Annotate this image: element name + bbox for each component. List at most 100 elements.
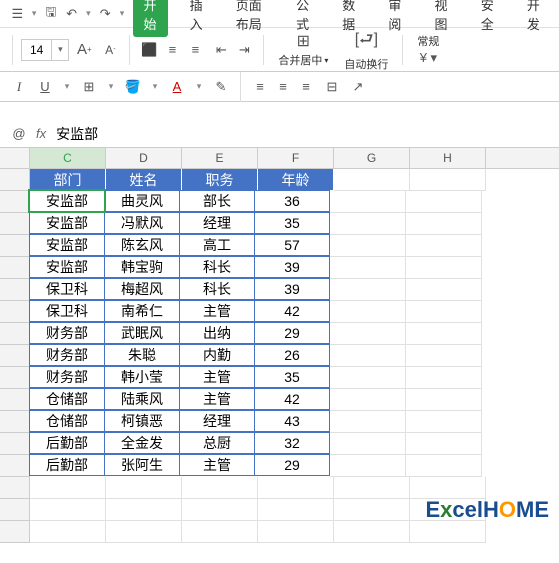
row-header[interactable] <box>0 499 30 521</box>
table-cell[interactable]: 财务部 <box>29 344 105 366</box>
empty-cell[interactable] <box>182 477 258 499</box>
empty-cell[interactable] <box>406 235 482 257</box>
table-cell[interactable]: 财务部 <box>29 366 105 388</box>
empty-cell[interactable] <box>30 477 106 499</box>
row-header[interactable] <box>0 213 30 235</box>
table-cell[interactable]: 安监部 <box>29 190 105 212</box>
empty-cell[interactable] <box>334 521 410 543</box>
row-header[interactable] <box>0 301 30 323</box>
table-cell[interactable]: 张阿生 <box>104 454 180 476</box>
empty-cell[interactable] <box>330 257 406 279</box>
table-cell[interactable]: 韩小莹 <box>104 366 180 388</box>
table-cell[interactable]: 武眠风 <box>104 322 180 344</box>
decrease-indent-icon[interactable]: ⇤ <box>210 39 232 61</box>
table-cell[interactable]: 仓储部 <box>29 410 105 432</box>
table-cell[interactable]: 陈玄风 <box>104 234 180 256</box>
table-cell[interactable]: 部长 <box>179 190 255 212</box>
table-cell[interactable]: 主管 <box>179 454 255 476</box>
empty-cell[interactable] <box>406 257 482 279</box>
table-header-cell[interactable]: 职务 <box>182 169 258 191</box>
empty-cell[interactable] <box>406 301 482 323</box>
empty-cell[interactable] <box>258 499 334 521</box>
row-header[interactable] <box>0 477 30 499</box>
table-cell[interactable]: 43 <box>254 410 330 432</box>
table-cell[interactable]: 柯镇恶 <box>104 410 180 432</box>
table-cell[interactable]: 主管 <box>179 388 255 410</box>
save-icon[interactable]: 🖫 <box>42 3 61 25</box>
empty-cell[interactable] <box>182 499 258 521</box>
empty-cell[interactable] <box>406 279 482 301</box>
table-cell[interactable]: 仓储部 <box>29 388 105 410</box>
empty-cell[interactable] <box>410 499 486 521</box>
table-cell[interactable]: 全金发 <box>104 432 180 454</box>
empty-cell[interactable] <box>330 389 406 411</box>
select-all-corner[interactable] <box>0 148 30 168</box>
table-cell[interactable]: 南希仁 <box>104 300 180 322</box>
table-cell[interactable]: 财务部 <box>29 322 105 344</box>
row-header[interactable] <box>0 411 30 433</box>
table-cell[interactable]: 35 <box>254 212 330 234</box>
dropdown-icon[interactable]: ▾ <box>192 81 206 92</box>
column-header-h[interactable]: H <box>410 148 486 168</box>
row-header[interactable] <box>0 345 30 367</box>
formula-input[interactable] <box>52 124 551 144</box>
table-cell[interactable]: 26 <box>254 344 330 366</box>
align-top-icon[interactable]: ⬛ <box>138 39 160 61</box>
table-cell[interactable]: 朱聪 <box>104 344 180 366</box>
table-cell[interactable]: 后勤部 <box>29 454 105 476</box>
row-header[interactable] <box>0 169 30 191</box>
empty-cell[interactable] <box>330 367 406 389</box>
format-painter-button[interactable]: ✎ <box>210 76 232 98</box>
empty-cell[interactable] <box>330 433 406 455</box>
empty-cell[interactable] <box>330 213 406 235</box>
empty-cell[interactable] <box>182 521 258 543</box>
column-header-g[interactable]: G <box>334 148 410 168</box>
align-middle-icon[interactable]: ≡ <box>161 39 183 61</box>
dropdown-icon[interactable]: ▾ <box>117 8 128 19</box>
merge-across-icon[interactable]: ⊟ <box>321 76 343 98</box>
merge-center-button[interactable]: ⊞ 合并居中▾ <box>272 31 334 68</box>
empty-cell[interactable] <box>330 323 406 345</box>
tab-insert[interactable]: 插入 <box>180 0 214 37</box>
empty-cell[interactable] <box>330 235 406 257</box>
empty-cell[interactable] <box>334 499 410 521</box>
empty-cell[interactable] <box>406 213 482 235</box>
increase-font-button[interactable]: A+ <box>73 39 95 61</box>
font-color-button[interactable]: A <box>166 76 188 98</box>
table-cell[interactable]: 57 <box>254 234 330 256</box>
table-cell[interactable]: 韩宝驹 <box>104 256 180 278</box>
row-header[interactable] <box>0 279 30 301</box>
table-cell[interactable]: 曲灵风 <box>104 190 180 212</box>
empty-cell[interactable] <box>406 367 482 389</box>
table-header-cell[interactable]: 姓名 <box>106 169 182 191</box>
tab-start[interactable]: 开始 <box>133 0 167 37</box>
table-cell[interactable]: 总厨 <box>179 432 255 454</box>
underline-button[interactable]: U <box>34 76 56 98</box>
dropdown-icon[interactable]: ▾ <box>60 81 74 92</box>
table-cell[interactable]: 安监部 <box>29 234 105 256</box>
empty-cell[interactable] <box>330 279 406 301</box>
empty-cell[interactable] <box>406 433 482 455</box>
row-header[interactable] <box>0 521 30 543</box>
table-cell[interactable]: 科长 <box>179 256 255 278</box>
tab-security[interactable]: 安全 <box>471 0 505 37</box>
empty-cell[interactable] <box>258 477 334 499</box>
tab-developer[interactable]: 开发 <box>517 0 551 37</box>
table-header-cell[interactable]: 部门 <box>30 169 106 191</box>
table-cell[interactable]: 经理 <box>179 410 255 432</box>
italic-button[interactable]: I <box>8 76 30 98</box>
row-header[interactable] <box>0 367 30 389</box>
table-cell[interactable]: 保卫科 <box>29 300 105 322</box>
empty-cell[interactable] <box>334 477 410 499</box>
column-header-f[interactable]: F <box>258 148 334 168</box>
table-header-cell[interactable]: 年龄 <box>258 169 334 191</box>
table-cell[interactable]: 29 <box>254 454 330 476</box>
empty-cell[interactable] <box>410 477 486 499</box>
table-cell[interactable]: 梅超风 <box>104 278 180 300</box>
empty-cell[interactable] <box>406 455 482 477</box>
column-header-d[interactable]: D <box>106 148 182 168</box>
empty-cell[interactable] <box>410 169 486 191</box>
table-cell[interactable]: 32 <box>254 432 330 454</box>
empty-cell[interactable] <box>106 499 182 521</box>
empty-cell[interactable] <box>330 345 406 367</box>
